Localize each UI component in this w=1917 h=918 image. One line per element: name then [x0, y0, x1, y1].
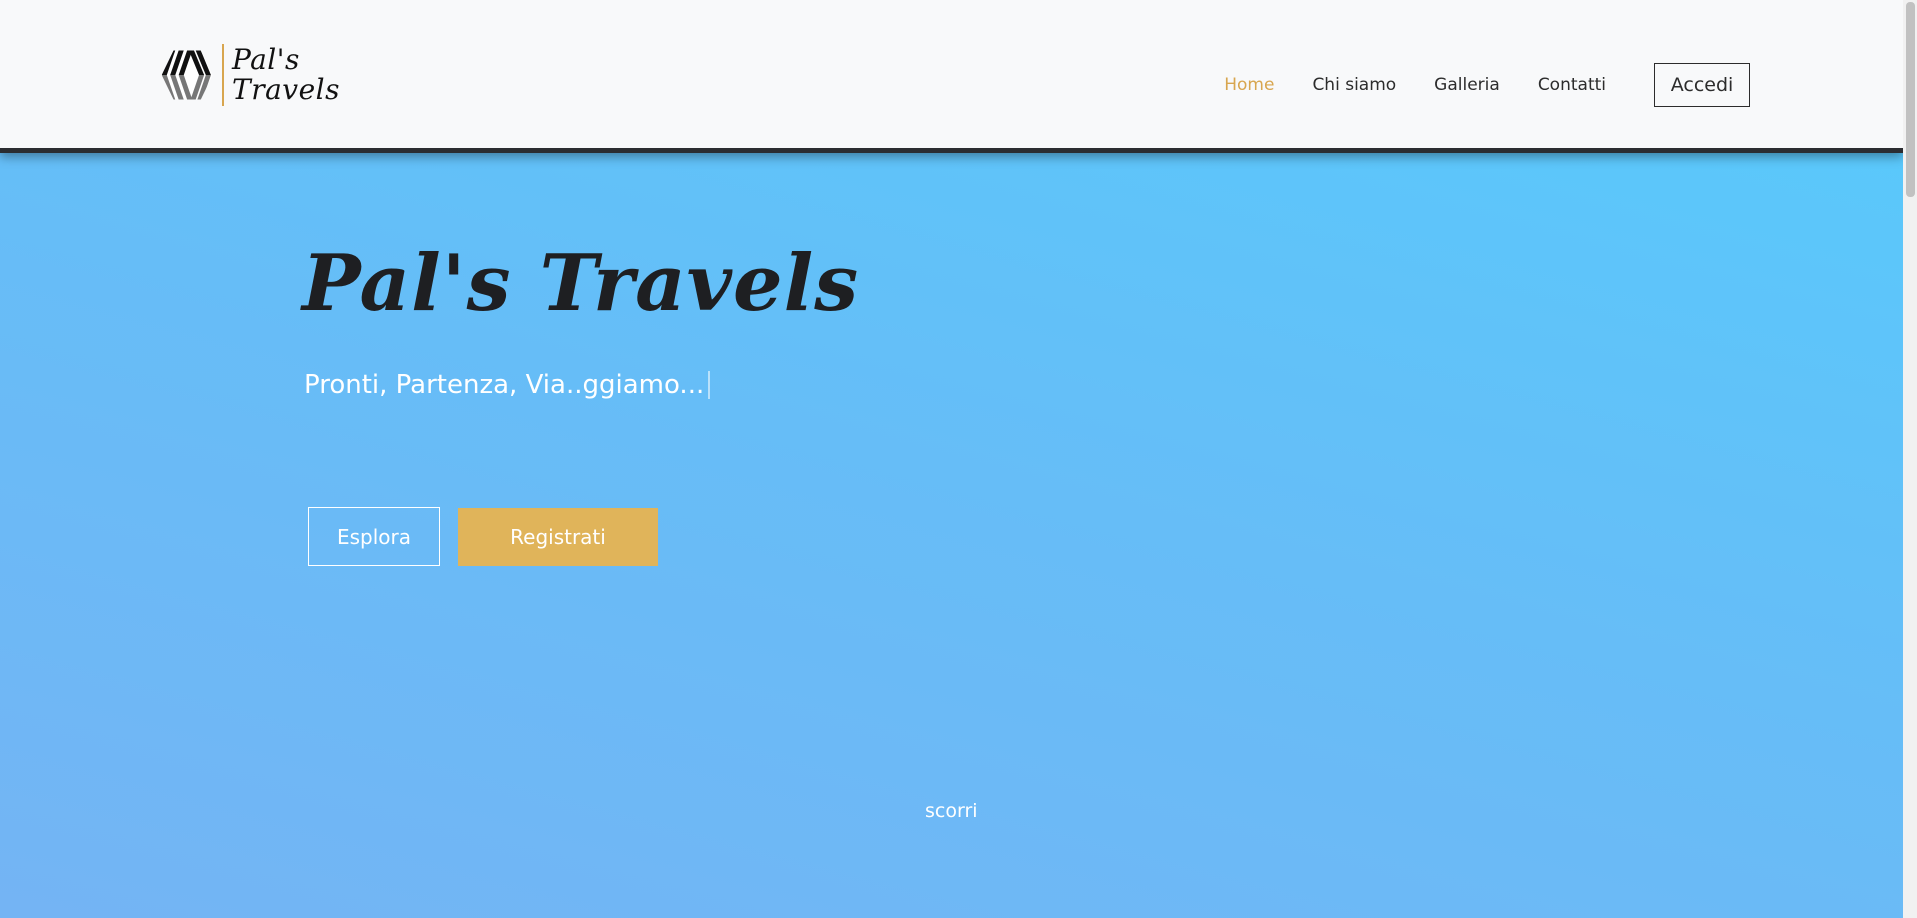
main-nav: Home Chi siamo Galleria Contatti Accedi — [1186, 62, 1750, 108]
register-button[interactable]: Registrati — [458, 508, 658, 566]
logo-divider — [222, 44, 225, 106]
site-header: Pal's Travels Home Chi siamo Galleria Co… — [0, 0, 1903, 153]
nav-item-contatti[interactable]: Contatti — [1538, 75, 1606, 95]
hero-subtitle: Pronti, Partenza, Via..ggiamo... — [304, 370, 705, 400]
scrollbar-thumb[interactable] — [1906, 2, 1915, 197]
scroll-hint[interactable]: scorri — [925, 800, 978, 822]
hero-subtitle-wrap: Pronti, Partenza, Via..ggiamo... — [304, 370, 711, 400]
explore-button[interactable]: Esplora — [308, 507, 440, 566]
hero-title: Pal's Travels — [302, 238, 860, 329]
page-scrollbar[interactable] — [1903, 0, 1917, 918]
nav-item-home[interactable]: Home — [1224, 75, 1274, 95]
logo-text-line2: Travels — [232, 73, 340, 106]
page: Pal's Travels Home Chi siamo Galleria Co… — [0, 0, 1917, 918]
typing-caret — [708, 371, 711, 399]
site-logo[interactable]: Pal's Travels — [160, 42, 340, 108]
striped-hexagon-logo-icon — [161, 50, 213, 100]
logo-text: Pal's Travels — [232, 45, 340, 105]
hero-section: Pal's Travels Pronti, Partenza, Via..ggi… — [0, 148, 1903, 918]
nav-item-chi-siamo[interactable]: Chi siamo — [1312, 75, 1396, 95]
logo-text-line1: Pal's — [232, 43, 300, 76]
nav-item-galleria[interactable]: Galleria — [1434, 75, 1500, 95]
login-button[interactable]: Accedi — [1654, 63, 1750, 107]
